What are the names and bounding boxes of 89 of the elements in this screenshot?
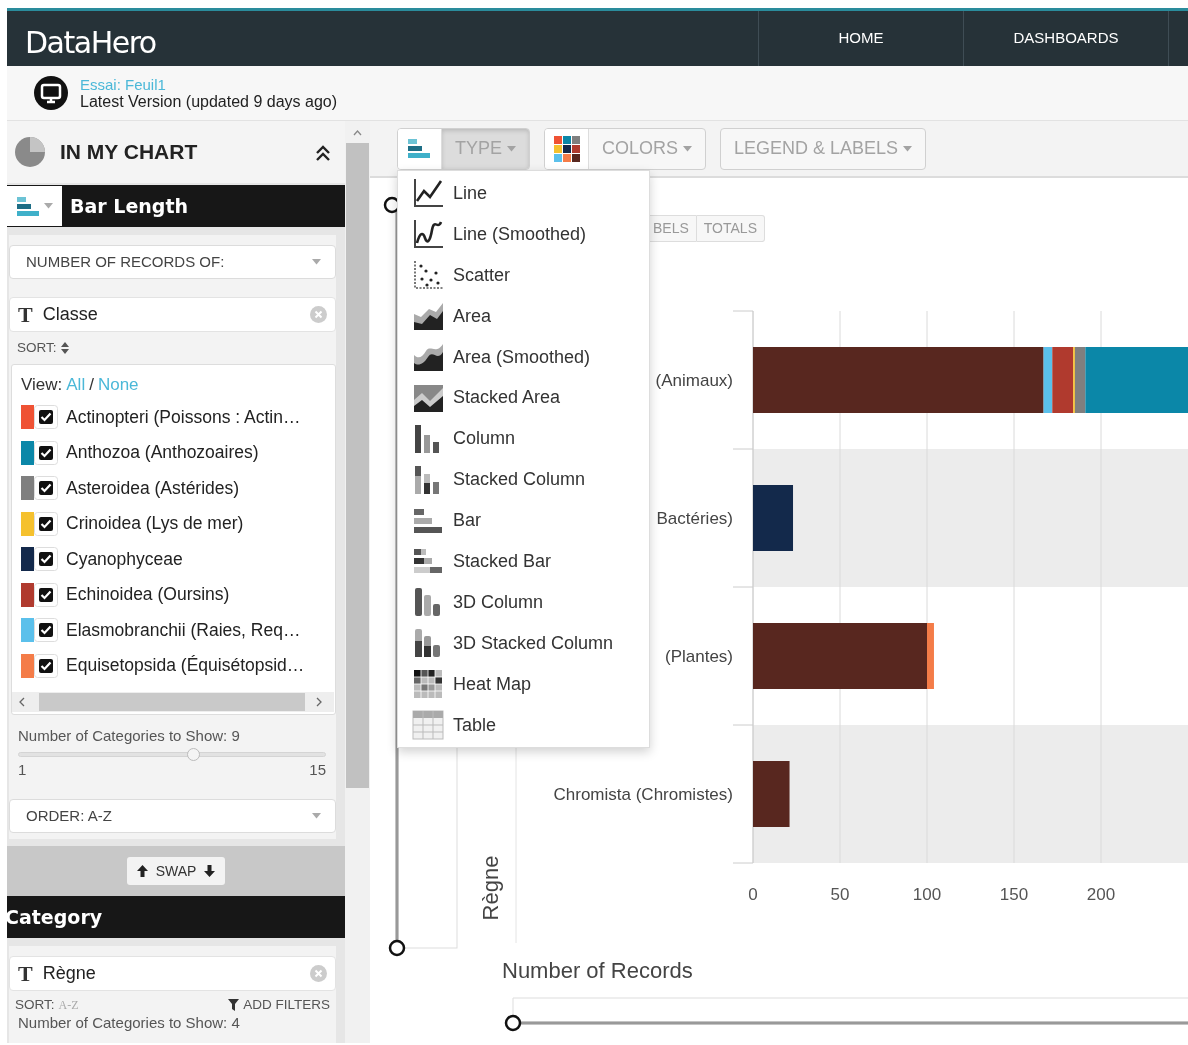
legend-item-label: Echinoidea (Oursins) — [66, 583, 230, 607]
swap-button[interactable]: SWAP — [126, 857, 226, 886]
menu-item[interactable]: Table — [398, 704, 649, 746]
double-chevron-up-icon — [315, 144, 331, 161]
axis-title: Règne — [478, 855, 503, 921]
category-label: Bactéries) — [656, 509, 733, 528]
checkbox[interactable] — [34, 547, 58, 571]
field-chip[interactable]: T Classe — [9, 297, 336, 332]
checkbox[interactable] — [34, 476, 58, 500]
menu-item[interactable]: Column — [398, 418, 649, 460]
menu-item[interactable]: 3D Column — [398, 581, 649, 623]
legend-item-label: Elasmobranchii (Raies, Req… — [66, 618, 301, 642]
horizontal-range-slider[interactable] — [504, 997, 1188, 1032]
field-chip[interactable]: T Règne — [9, 956, 336, 992]
tick-label: 100 — [912, 885, 942, 904]
smooth-line-chart-icon — [412, 218, 444, 251]
checkbox[interactable] — [34, 582, 58, 607]
legend-item-label: Actinopteri (Poissons : Actin… — [66, 405, 301, 429]
caret-icon — [44, 203, 53, 209]
separator-text: / — [89, 373, 94, 396]
caret-icon — [312, 259, 321, 265]
dropdown-select[interactable]: NUMBER OF RECORDS OF: — [9, 245, 336, 279]
app-logo: DataHero — [25, 24, 156, 62]
legend-item-label: Asteroidea (Astérides) — [66, 476, 240, 500]
bar-chart-icon — [16, 195, 40, 217]
tick-label: 150 — [999, 885, 1029, 904]
slider-handle[interactable] — [388, 939, 406, 957]
legend-item-label: Cyanophyceae — [66, 547, 183, 571]
chart-type-button[interactable] — [7, 186, 62, 226]
categories-count-label: Number of Categories to Show: 9 — [18, 726, 241, 747]
menu-item[interactable]: Line — [398, 173, 649, 214]
caret-icon — [312, 813, 321, 820]
slider-thumb[interactable] — [187, 747, 201, 761]
menu-item[interactable]: Area — [398, 295, 649, 337]
legend-item-label: Crinoidea (Lys de mer) — [66, 512, 244, 536]
view-label: View: — [21, 373, 63, 396]
category-label: Chromista (Chromistes) — [553, 785, 733, 804]
heat-map-icon — [412, 668, 444, 701]
legend-item-label: Equisetopsida (Équisétopsid… — [66, 654, 305, 678]
menu-item[interactable]: Area (Smoothed) — [398, 336, 649, 378]
checkbox[interactable] — [34, 618, 58, 642]
version-text: Latest Version (updated 9 days ago) — [80, 92, 338, 111]
scatter-chart-icon — [412, 259, 444, 292]
monitor-icon — [34, 76, 68, 110]
tick-label: 50 — [830, 885, 850, 904]
slider-max-label: 15 — [309, 759, 326, 780]
sort-label: SORT: — [17, 339, 57, 357]
menu-item[interactable]: Heat Map — [398, 663, 649, 705]
checkbox[interactable] — [34, 405, 58, 429]
color-palette-icon — [553, 135, 580, 162]
arrow-up-icon — [135, 864, 149, 879]
checkbox[interactable] — [34, 440, 58, 465]
pie-chart-icon — [13, 135, 47, 169]
filter-icon — [228, 999, 240, 1012]
text-type-symbol: T — [18, 301, 33, 329]
caret-icon — [903, 145, 913, 152]
sidebar-title: IN MY CHART — [60, 139, 198, 166]
legend-item-label: Anthozoa (Anthozoaires) — [66, 441, 259, 465]
menu-item[interactable]: Stacked Bar — [398, 541, 649, 582]
caret-icon — [507, 145, 516, 152]
checkbox[interactable] — [34, 511, 58, 536]
field-name: Règne — [42, 962, 96, 986]
axis-title: Number of Records — [502, 958, 693, 983]
text-type-symbol: T — [18, 960, 33, 989]
menu-item[interactable]: Stacked Area — [398, 377, 649, 419]
sort-icon[interactable] — [60, 342, 69, 355]
add-filters-link[interactable]: ADD FILTERS — [228, 997, 330, 1014]
table-icon — [412, 709, 444, 741]
section-title: Bar Length — [70, 193, 189, 219]
menu-item[interactable]: Stacked Column — [398, 459, 649, 501]
sort-value: A-Z — [58, 998, 79, 1013]
field-name: Classe — [42, 303, 98, 326]
category-label: (Plantes) — [664, 647, 733, 666]
categories-count-label: Number of Categories to Show: 4 — [18, 1014, 241, 1033]
menu-item[interactable]: 3D Stacked Column — [398, 622, 649, 664]
arrow-down-icon — [203, 864, 217, 879]
tick-label: 0 — [748, 885, 758, 904]
checkbox[interactable] — [34, 653, 58, 678]
tick-label: 200 — [1086, 885, 1116, 904]
menu-item[interactable]: Bar — [398, 500, 649, 541]
line-chart-icon — [412, 177, 444, 210]
bar-chart-icon — [406, 136, 433, 161]
slider-min-label: 1 — [18, 759, 27, 780]
slider-handle[interactable] — [504, 1014, 522, 1032]
sort-label: SORT: — [15, 997, 55, 1014]
menu-item[interactable]: Scatter — [398, 254, 649, 296]
dropdown-select[interactable]: ORDER: A-Z — [9, 799, 336, 834]
category-label: (Animaux) — [655, 371, 733, 390]
caret-icon — [683, 145, 693, 152]
